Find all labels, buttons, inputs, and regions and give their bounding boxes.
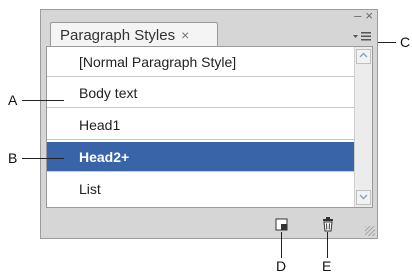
chevron-down-icon [359, 194, 368, 200]
callout-label-b: B [8, 150, 18, 166]
callout-line-d [281, 232, 282, 258]
callout-line-c [378, 42, 396, 43]
callout-label-d: D [276, 258, 287, 274]
close-panel-button[interactable]: × [365, 9, 373, 23]
tab-close-icon[interactable]: × [181, 27, 189, 43]
trash-icon [323, 217, 333, 232]
chevron-up-icon [359, 52, 368, 58]
new-style-icon [275, 218, 288, 231]
style-label: Body text [79, 84, 138, 101]
window-controls: – × [354, 9, 373, 23]
style-row-head1[interactable]: Head1 [47, 110, 355, 140]
callout-line-a [22, 100, 64, 101]
delete-style-button[interactable] [320, 216, 336, 232]
tab-label: Paragraph Styles [60, 26, 176, 44]
style-row-body-text[interactable]: Body text [47, 78, 355, 108]
scroll-up-button[interactable] [356, 49, 371, 64]
style-label: [Normal Paragraph Style] [79, 53, 237, 70]
panel-menu-button[interactable] [352, 30, 372, 42]
callout-label-a: A [8, 92, 18, 108]
callout-label-e: E [322, 258, 332, 274]
style-label: Head2+ [79, 148, 130, 165]
scroll-down-button[interactable] [356, 190, 371, 205]
style-label: List [79, 181, 101, 197]
paragraph-styles-panel: – × Paragraph Styles × [Normal Paragraph… [40, 9, 378, 239]
new-style-button[interactable] [274, 216, 290, 232]
style-row-normal[interactable]: [Normal Paragraph Style] [47, 47, 355, 77]
style-label: Head1 [79, 116, 121, 133]
tab-paragraph-styles[interactable]: Paragraph Styles × [50, 22, 218, 47]
style-row-list[interactable]: List [47, 174, 355, 204]
callout-line-e [327, 232, 328, 258]
style-row-head2-selected[interactable]: Head2+ [47, 142, 355, 172]
resize-grip[interactable] [365, 226, 375, 236]
callout-label-c: C [400, 34, 411, 50]
vertical-scrollbar[interactable] [354, 47, 372, 207]
minimize-button[interactable]: – [354, 9, 361, 23]
styles-list: [Normal Paragraph Style] Body text Head1… [46, 46, 373, 208]
panel-menu-icon [353, 32, 371, 41]
callout-line-b [22, 158, 64, 159]
